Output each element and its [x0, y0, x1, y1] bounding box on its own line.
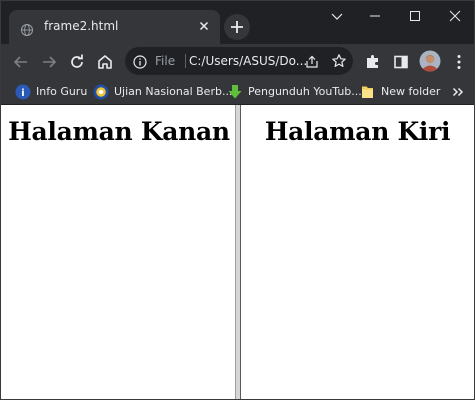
bookmark-ujian-nasional[interactable]: Ujian Nasional Berb...	[93, 83, 232, 101]
extensions-button[interactable]	[363, 52, 383, 72]
globe-icon	[21, 21, 33, 36]
new-tab-button[interactable]	[224, 14, 250, 40]
tab-title: frame2.html	[44, 19, 119, 33]
maximize-button[interactable]	[395, 5, 435, 27]
toolbar: File C:/Users/ASUS/Do...	[1, 44, 474, 79]
plus-icon	[231, 21, 243, 33]
svg-text:i: i	[21, 88, 24, 99]
minimize-button[interactable]	[355, 5, 395, 27]
close-icon[interactable]	[196, 18, 212, 34]
arrow-left-icon	[13, 56, 27, 68]
info-icon[interactable]	[133, 54, 147, 69]
close-icon	[449, 10, 461, 22]
share-icon[interactable]	[305, 54, 319, 68]
tab-search-button[interactable]	[317, 5, 357, 27]
url-scheme-label: File	[155, 54, 176, 68]
tab-strip: frame2.html	[1, 1, 474, 44]
bookmark-favicon-tutwuri	[93, 84, 109, 100]
reload-button[interactable]	[67, 52, 87, 72]
side-panel-button[interactable]	[391, 52, 411, 72]
menu-button[interactable]	[449, 52, 469, 72]
address-bar[interactable]: File C:/Users/ASUS/Do...	[125, 47, 353, 75]
arrow-right-icon	[43, 56, 57, 68]
bookmark-info-guru[interactable]: i Info Guru	[15, 83, 88, 101]
bookmark-label: Info Guru	[36, 85, 88, 98]
chevron-down-icon	[331, 13, 343, 20]
bookmark-label: New folder	[381, 85, 441, 98]
bookmark-favicon-blue: i	[15, 84, 31, 100]
page-content: Halaman Kanan Halaman Kiri	[1, 105, 474, 399]
frame-right: Halaman Kiri	[241, 105, 474, 399]
bookmark-pengunduh-youtube[interactable]: Pengunduh YouTub...	[227, 83, 362, 101]
omnibox-separator	[185, 54, 186, 68]
kebab-menu-icon	[457, 55, 461, 69]
forward-button[interactable]	[39, 52, 59, 72]
bookmark-favicon-download	[227, 84, 243, 100]
side-panel-icon	[394, 55, 408, 69]
frame-right-heading: Halaman Kiri	[264, 117, 451, 146]
minimize-icon	[370, 15, 380, 17]
url-text[interactable]: C:/Users/ASUS/Do...	[189, 54, 307, 68]
home-icon	[98, 55, 112, 69]
frame-left: Halaman Kanan	[3, 105, 235, 399]
bookmark-label: Ujian Nasional Berb...	[114, 85, 233, 98]
frame-left-heading: Halaman Kanan	[8, 117, 230, 146]
bookmark-label: Pengunduh YouTub...	[248, 85, 362, 98]
star-icon[interactable]	[331, 53, 347, 69]
puzzle-icon	[367, 55, 378, 68]
bookmarks-bar: i Info Guru Ujian Nasional Berb... Pengu…	[1, 79, 474, 105]
profile-button[interactable]	[419, 50, 441, 72]
profile-avatar	[419, 50, 441, 72]
back-button[interactable]	[11, 52, 31, 72]
browser-window: frame2.html File C:/Users/ASUS/Do... i I…	[0, 0, 475, 400]
chevron-double-right-icon[interactable]	[450, 84, 466, 100]
maximize-icon	[410, 11, 420, 21]
reload-icon	[71, 54, 83, 68]
tab-frame2[interactable]: frame2.html	[9, 10, 220, 44]
window-close-button[interactable]	[435, 5, 474, 27]
home-button[interactable]	[95, 52, 115, 72]
bookmark-new-folder[interactable]: New folder	[360, 83, 440, 101]
folder-icon	[360, 84, 376, 100]
